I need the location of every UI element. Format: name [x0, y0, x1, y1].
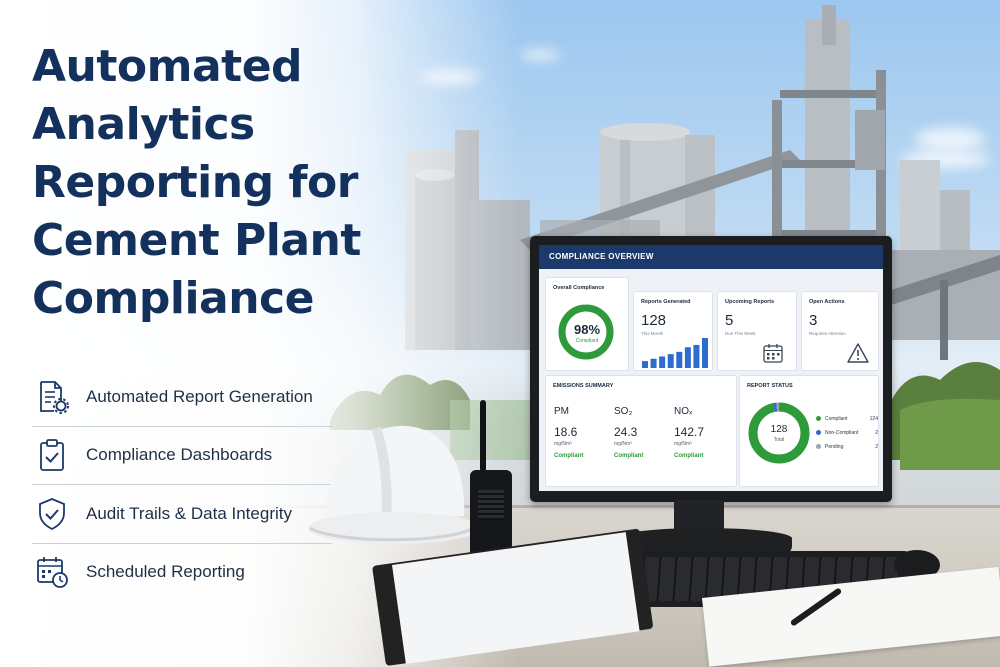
headline: Automated Analytics Reporting for Cement…: [32, 41, 361, 324]
dashboard-screen: COMPLIANCE OVERVIEW Overall Compliance 9…: [539, 245, 883, 491]
legend-dot: [816, 416, 821, 422]
overall-compliance-card[interactable]: Overall Compliance 98% Compliant: [545, 277, 629, 371]
shield-check-icon: [39, 497, 65, 530]
card-subtitle: Due This Week: [725, 331, 756, 336]
bar: [642, 361, 648, 368]
emissions-summary-card[interactable]: EMISSIONS SUMMARY PM 18.6 mg/Nm³ Complia…: [545, 375, 737, 487]
card-title: Open Actions: [809, 299, 845, 305]
compliance-value: 98%: [573, 322, 601, 337]
emission-name: SO₂: [614, 406, 633, 417]
bar: [693, 344, 700, 368]
emission-unit: mg/Nm³: [554, 441, 572, 447]
card-title: Upcoming Reports: [725, 299, 775, 305]
emission-unit: mg/Nm³: [674, 441, 692, 447]
dashboard-title: COMPLIANCE OVERVIEW: [539, 245, 883, 269]
status-label: Compliant: [825, 416, 848, 422]
card-title: Reports Generated: [641, 299, 691, 305]
emission-value: 142.7: [674, 425, 705, 439]
emission-pm: PM 18.6 mg/Nm³ Compliant: [554, 406, 614, 459]
bar: [684, 347, 691, 368]
clipboard-check-icon: [40, 439, 64, 472]
legend-dot: [816, 430, 821, 436]
donut-total: 128: [770, 424, 788, 435]
bar: [659, 356, 666, 368]
emission-nox: NOₓ 142.7 mg/Nm³ Compliant: [674, 406, 734, 459]
compliance-status: Compliant: [575, 338, 599, 344]
emission-status: Compliant: [614, 453, 644, 459]
status-label: Pending: [825, 444, 844, 450]
status-label: Non-Compliant: [825, 430, 859, 436]
card-value: 5: [725, 312, 734, 329]
emission-status: Compliant: [554, 453, 584, 459]
feature-item: Compliance Dashboards: [32, 427, 332, 485]
open-actions-card[interactable]: Open Actions 3 Requires Attention: [801, 291, 879, 371]
upcoming-reports-card[interactable]: Upcoming Reports 5 Due This Week: [717, 291, 797, 371]
card-value: 128: [641, 312, 667, 329]
emission-name: NOₓ: [674, 406, 693, 417]
feature-item: Audit Trails & Data Integrity: [32, 485, 332, 544]
card-subtitle: This Month: [641, 331, 664, 336]
feature-list: Automated Report Generation Compliance D…: [32, 368, 332, 601]
bar: [650, 358, 657, 368]
bar: [702, 338, 708, 368]
status-row-pending: Pending 2: [816, 444, 878, 454]
reports-generated-card[interactable]: Reports Generated 128 This Month: [633, 291, 713, 371]
report-gear-icon: [40, 380, 69, 414]
bar: [667, 354, 674, 368]
donut-total-label: Total: [773, 437, 785, 443]
feature-label: Scheduled Reporting: [86, 562, 245, 582]
bar: [676, 351, 683, 368]
status-count: 2: [875, 444, 878, 450]
hard-hat: [308, 425, 476, 544]
legend-dot: [816, 444, 821, 450]
feature-label: Audit Trails & Data Integrity: [86, 503, 292, 523]
emission-name: PM: [554, 406, 569, 417]
status-row-non-compliant: Non-Compliant 2: [816, 430, 878, 440]
calendar-icon: [763, 344, 783, 363]
emission-so2: SO₂ 24.3 mg/Nm³ Compliant: [614, 406, 674, 459]
feature-item: Scheduled Reporting: [32, 544, 332, 602]
warning-icon: [847, 343, 869, 363]
card-value: 3: [809, 312, 818, 329]
calendar-clock-icon: [37, 557, 68, 589]
emission-status: Compliant: [674, 453, 704, 459]
monitor: COMPLIANCE OVERVIEW Overall Compliance 9…: [530, 236, 892, 502]
card-title: EMISSIONS SUMMARY: [553, 383, 614, 389]
card-title: REPORT STATUS: [747, 383, 793, 389]
emission-value: 24.3: [614, 425, 638, 439]
status-count: 2: [875, 430, 878, 436]
reports-bar-chart: [642, 338, 708, 368]
report-status-card[interactable]: REPORT STATUS 128 Total Compliant 124 No…: [739, 375, 879, 487]
status-count: 124: [869, 416, 878, 422]
card-subtitle: Requires Attention: [809, 331, 846, 336]
emission-unit: mg/Nm³: [614, 441, 632, 447]
feature-item: Automated Report Generation: [32, 368, 332, 427]
feature-label: Compliance Dashboards: [86, 445, 273, 465]
emission-value: 18.6: [554, 425, 578, 439]
feature-label: Automated Report Generation: [86, 386, 313, 406]
status-row-compliant: Compliant 124: [816, 416, 878, 426]
